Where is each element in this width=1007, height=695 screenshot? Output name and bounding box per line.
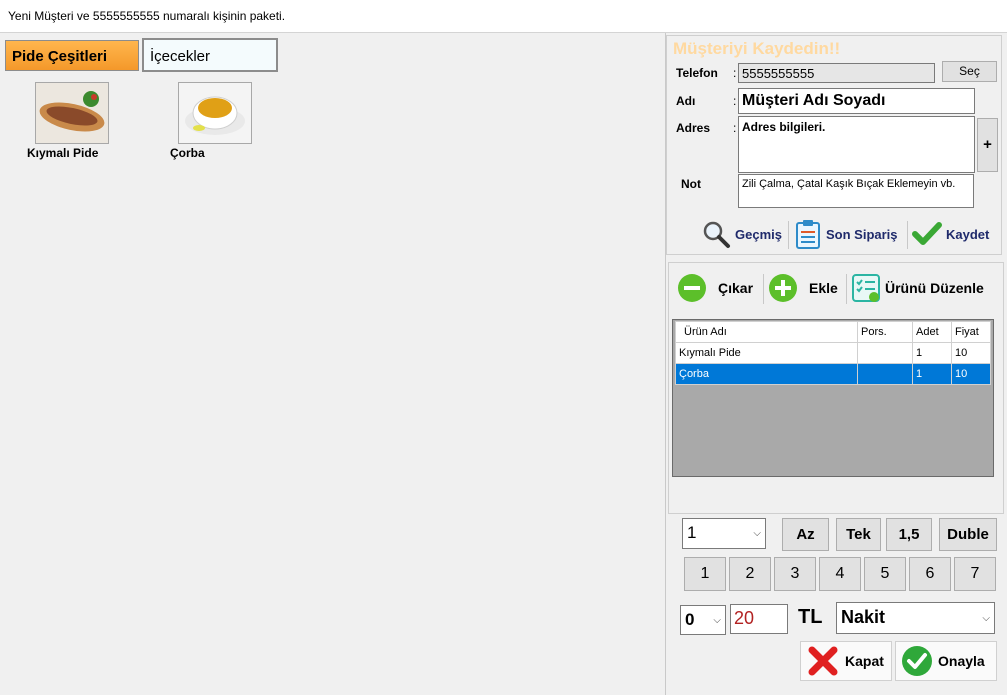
cell-product: Çorba <box>675 363 858 385</box>
amount-field[interactable]: 20 <box>730 604 788 634</box>
order-grid[interactable]: Ürün Adı Pors. Adet Fiyat Kıymalı Pide 1… <box>672 319 994 477</box>
address-label: Adres <box>676 121 711 135</box>
plus-icon <box>769 274 797 302</box>
table-row[interactable]: Kıymalı Pide 1 10 <box>675 342 991 364</box>
cell-portion <box>857 342 913 364</box>
colon: : <box>733 121 737 135</box>
number-button-1[interactable]: 1 <box>684 557 726 591</box>
note-label: Not <box>681 177 701 191</box>
grid-header-row: Ürün Adı Pors. Adet Fiyat <box>675 321 991 343</box>
address-field[interactable]: Adres bilgileri. <box>738 116 975 173</box>
payment-method-select[interactable]: Nakit ⌵ <box>836 602 995 634</box>
title-bar: Yeni Müşteri ve 5555555555 numaralı kişi… <box>0 0 1007 33</box>
corba-image <box>178 82 252 144</box>
cell-price: 10 <box>951 342 991 364</box>
column-header[interactable]: Adet <box>912 321 952 343</box>
number-button-4[interactable]: 4 <box>819 557 861 591</box>
clipboard-icon <box>796 220 820 249</box>
separator <box>907 221 908 249</box>
colon: : <box>733 94 737 108</box>
number-button-5[interactable]: 5 <box>864 557 906 591</box>
confirm-label: Onayla <box>938 653 985 669</box>
chevron-down-icon: ⌵ <box>982 613 990 624</box>
phone-label: Telefon <box>676 66 718 80</box>
add-item-label: Ekle <box>809 280 838 296</box>
discount-select[interactable]: 0 ⌵ <box>680 605 726 635</box>
edit-item-label: Ürünü Düzenle <box>885 280 984 296</box>
chevron-down-icon: ⌵ <box>753 528 761 539</box>
add-address-button[interactable]: + <box>977 118 998 172</box>
cell-product: Kıymalı Pide <box>675 342 858 364</box>
window-title: Yeni Müşteri ve 5555555555 numaralı kişi… <box>8 9 286 23</box>
check-circle-icon <box>902 646 932 676</box>
discount-value: 0 <box>685 610 695 629</box>
portion-1-5-button[interactable]: 1,5 <box>886 518 932 551</box>
product-label: Kıymalı Pide <box>27 146 99 160</box>
column-header[interactable]: Pors. <box>857 321 913 343</box>
minus-icon <box>678 274 706 302</box>
cell-portion <box>857 363 913 385</box>
quantity-select[interactable]: 1 ⌵ <box>682 518 766 549</box>
close-button[interactable]: Kapat <box>800 641 892 681</box>
select-button[interactable]: Seç <box>942 61 997 82</box>
separator <box>788 221 789 249</box>
last-order-button[interactable]: Son Sipariş <box>793 219 898 249</box>
number-button-6[interactable]: 6 <box>909 557 951 591</box>
portion-duble-button[interactable]: Duble <box>939 518 997 551</box>
product-corba[interactable]: Çorba <box>170 82 252 160</box>
edit-item-button[interactable]: Ürünü Düzenle <box>851 272 984 304</box>
column-header[interactable]: Fiyat <box>951 321 991 343</box>
chevron-down-icon: ⌵ <box>713 615 721 626</box>
portion-tek-button[interactable]: Tek <box>836 518 881 551</box>
number-button-7[interactable]: 7 <box>954 557 996 591</box>
number-button-2[interactable]: 2 <box>729 557 771 591</box>
pide-image <box>35 82 109 144</box>
currency-label: TL <box>798 606 823 628</box>
remove-item-label: Çıkar <box>718 280 754 296</box>
last-order-label: Son Sipariş <box>826 226 898 242</box>
history-button[interactable]: Geçmiş <box>701 219 782 249</box>
save-customer-label: Kaydet <box>946 226 990 242</box>
note-field[interactable]: Zili Çalma, Çatal Kaşık Bıçak Eklemeyin … <box>738 174 974 208</box>
table-row[interactable]: Çorba 1 10 <box>675 363 991 385</box>
product-label: Çorba <box>170 146 205 160</box>
add-item-button[interactable]: Ekle <box>767 272 838 304</box>
cell-price: 10 <box>951 363 991 385</box>
cell-quantity: 1 <box>912 342 952 364</box>
quantity-value: 1 <box>687 523 697 542</box>
checklist-icon <box>852 274 880 302</box>
remove-item-button[interactable]: Çıkar <box>676 272 753 304</box>
separator <box>846 274 847 304</box>
colon: : <box>733 66 737 80</box>
name-field[interactable]: Müşteri Adı Soyadı <box>738 88 975 114</box>
save-customer-button[interactable]: Kaydet <box>912 219 989 249</box>
cell-quantity: 1 <box>912 363 952 385</box>
product-kiymali-pide[interactable]: Kıymalı Pide <box>27 82 109 160</box>
column-header[interactable]: Ürün Adı <box>675 321 858 343</box>
tab-pide-cesitleri[interactable]: Pide Çeşitleri <box>5 40 139 71</box>
history-label: Geçmiş <box>735 226 782 242</box>
customer-header: Müşteriyi Kaydedin!! <box>673 39 841 58</box>
number-button-3[interactable]: 3 <box>774 557 816 591</box>
confirm-button[interactable]: Onayla <box>895 641 997 681</box>
checkmark-icon <box>912 222 942 245</box>
close-label: Kapat <box>845 653 884 669</box>
close-icon <box>808 646 838 676</box>
separator <box>763 274 764 304</box>
magnifier-icon <box>703 221 730 248</box>
name-label: Adı <box>676 94 696 108</box>
tab-icecekler[interactable]: İçecekler <box>142 38 278 72</box>
portion-az-button[interactable]: Az <box>782 518 829 551</box>
payment-method-value: Nakit <box>841 607 886 627</box>
phone-field[interactable]: 5555555555 <box>738 63 935 83</box>
